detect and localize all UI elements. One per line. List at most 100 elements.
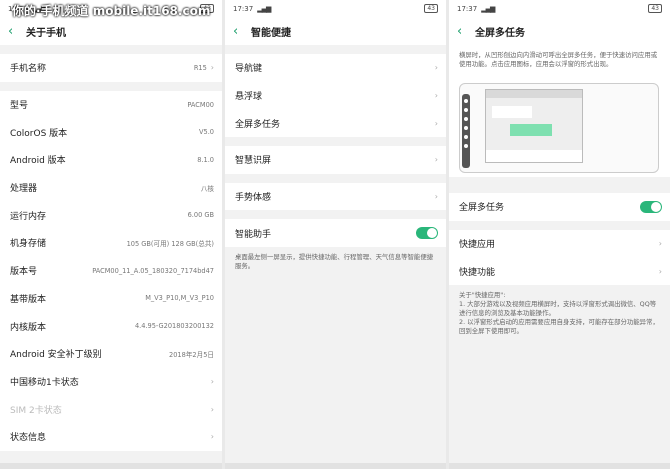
device-info-group: 型号 PACM00 ColorOS 版本 V5.0 Android 版本 8.1.0 … bbox=[0, 90, 222, 451]
chevron-right-icon: › bbox=[434, 192, 438, 202]
settings-row-floating-ball[interactable]: 悬浮球 › bbox=[225, 82, 446, 110]
row-label: 快捷功能 bbox=[459, 267, 496, 278]
settings-row-status-info[interactable]: 状态信息 › bbox=[0, 423, 222, 451]
settings-row-sim2-status[interactable]: SIM 2卡状态 › bbox=[0, 395, 222, 423]
settings-row-fullscreen-multitask-toggle[interactable]: 全屏多任务 bbox=[449, 193, 670, 221]
page-title: 全屏多任务 bbox=[475, 27, 525, 39]
row-value: PACM00 bbox=[187, 100, 214, 109]
row-label: 手势体感 bbox=[235, 193, 272, 204]
row-label: 型号 bbox=[10, 101, 29, 112]
notes-text: 关于"快捷应用": 1. 大部分游戏以及视频应用横屏时，支持以浮窗形式调出微信、… bbox=[459, 291, 659, 336]
status-time: 17:37 bbox=[233, 4, 254, 13]
battery-icon: 43 bbox=[424, 4, 438, 13]
settings-row-quick-apps[interactable]: 快捷应用 › bbox=[449, 230, 670, 258]
settings-row-build: 版本号 PACM00_11_A.05_180320_7174bd47 bbox=[0, 257, 222, 285]
row-label: 中国移动1卡状态 bbox=[10, 377, 79, 388]
row-value: V5.0 bbox=[199, 128, 214, 137]
navigation-group: 导航键 › 悬浮球 › 全屏多任务 › bbox=[225, 54, 446, 138]
bottom-edge bbox=[225, 463, 446, 469]
settings-row-fullscreen-multitask[interactable]: 全屏多任务 › bbox=[225, 109, 446, 137]
row-label: 处理器 bbox=[10, 184, 38, 195]
assistant-description: 桌面最左侧一屏显示，提供快捷功能、行程管理、天气信息等智能便捷服务。 bbox=[235, 253, 434, 271]
smart-screen-group: 智慧识屏 › bbox=[225, 146, 446, 174]
row-value: R15 bbox=[193, 63, 207, 72]
row-label: Android 版本 bbox=[10, 156, 66, 167]
floating-window-illustration bbox=[485, 89, 583, 163]
settings-row-processor: 处理器 八核 bbox=[0, 174, 222, 202]
row-label: 全屏多任务 bbox=[459, 203, 505, 214]
settings-row-storage: 机身存储 105 GB(可用) 128 GB(总共) bbox=[0, 229, 222, 257]
chevron-right-icon: › bbox=[210, 376, 214, 386]
row-value: PACM00_11_A.05_180320_7174bd47 bbox=[92, 266, 214, 275]
row-value: 4.4.95-G201803200132 bbox=[134, 322, 214, 331]
chevron-right-icon: › bbox=[210, 432, 214, 442]
settings-row-security-patch: Android 安全补丁级别 2018年2月5日 bbox=[0, 340, 222, 368]
settings-row-device-name[interactable]: 手机名称 R15 › bbox=[0, 54, 222, 82]
row-label: ColorOS 版本 bbox=[10, 128, 68, 139]
bottom-edge bbox=[0, 463, 222, 469]
row-label: 智慧识屏 bbox=[235, 156, 272, 167]
row-value: 105 GB(可用) 128 GB(总共) bbox=[126, 239, 214, 248]
row-value: 6.00 GB bbox=[187, 211, 214, 220]
watermark: 你的·手机频道 mobile.it168.com bbox=[12, 4, 211, 18]
intro-group: 横屏时，从凹形刨边向内滑动可呼出全屏多任务，便于快速访问应用或使用功能。点击应用… bbox=[449, 45, 670, 177]
device-name-group: 手机名称 R15 › bbox=[0, 54, 222, 82]
row-label: 运行内存 bbox=[10, 211, 47, 222]
row-label: 快捷应用 bbox=[459, 240, 496, 251]
row-value: 八核 bbox=[200, 184, 214, 193]
settings-row-coloros: ColorOS 版本 V5.0 bbox=[0, 118, 222, 146]
settings-row-sim1-status[interactable]: 中国移动1卡状态 › bbox=[0, 368, 222, 396]
bottom-edge bbox=[449, 463, 670, 469]
row-label: 基带版本 bbox=[10, 294, 47, 305]
settings-row-ram: 运行内存 6.00 GB bbox=[0, 201, 222, 229]
back-arrow-icon[interactable]: ‹ bbox=[8, 24, 22, 39]
row-label: 全屏多任务 bbox=[235, 119, 281, 130]
fullscreen-multitask-toggle[interactable] bbox=[640, 200, 662, 213]
intro-text: 横屏时，从凹形刨边向内滑动可呼出全屏多任务，便于快速访问应用或使用功能。点击应用… bbox=[459, 51, 658, 68]
settings-row-smart-assistant[interactable]: 智能助手 bbox=[225, 219, 446, 247]
chevron-right-icon: › bbox=[434, 91, 438, 101]
status-time: 17:37 bbox=[457, 4, 478, 13]
row-label: 智能助手 bbox=[235, 229, 272, 240]
app-sidebar-illustration bbox=[462, 94, 470, 168]
settings-row-kernel: 内核版本 4.4.95-G201803200132 bbox=[0, 312, 222, 340]
row-label: 版本号 bbox=[10, 267, 38, 278]
chevron-right-icon: › bbox=[658, 266, 662, 276]
chevron-right-icon: › bbox=[434, 118, 438, 128]
battery-icon: 43 bbox=[648, 4, 662, 13]
row-label: SIM 2卡状态 bbox=[10, 405, 62, 416]
row-value: 8.1.0 bbox=[197, 155, 214, 164]
row-label: 机身存储 bbox=[10, 239, 47, 250]
row-value: 2018年2月5日 bbox=[169, 350, 214, 359]
chevron-right-icon: › bbox=[658, 239, 662, 249]
settings-row-baseband: 基带版本 M_V3_P10,M_V3_P10 bbox=[0, 285, 222, 313]
signal-icon: ▂▄▆ bbox=[257, 4, 271, 13]
settings-row-nav-keys[interactable]: 导航键 › bbox=[225, 54, 446, 82]
settings-row-gestures[interactable]: 手势体感 › bbox=[225, 183, 446, 211]
back-arrow-icon[interactable]: ‹ bbox=[233, 24, 247, 39]
chevron-right-icon: › bbox=[434, 63, 438, 73]
settings-row-smart-screen[interactable]: 智慧识屏 › bbox=[225, 146, 446, 174]
row-label: 导航键 bbox=[235, 64, 263, 75]
title-bar: ‹ 关于手机 bbox=[0, 17, 222, 45]
chevron-right-icon: › bbox=[434, 155, 438, 165]
chevron-right-icon: › bbox=[210, 63, 214, 73]
about-phone-screen: 17:37 ▂▄▆ 43 ‹ 关于手机 手机名称 R15 › 型号 PACM00 … bbox=[0, 0, 222, 469]
row-value: M_V3_P10,M_V3_P10 bbox=[145, 294, 214, 303]
settings-row-model: 型号 PACM00 bbox=[0, 91, 222, 119]
gesture-group: 手势体感 › bbox=[225, 182, 446, 211]
settings-row-quick-functions[interactable]: 快捷功能 › bbox=[449, 257, 670, 285]
signal-icon: ▂▄▆ bbox=[481, 4, 495, 13]
title-bar: ‹ 全屏多任务 bbox=[449, 17, 670, 45]
status-bar: 17:37 ▂▄▆ 43 bbox=[449, 0, 670, 17]
assistant-group: 智能助手 bbox=[225, 219, 446, 248]
row-label: 手机名称 bbox=[10, 64, 47, 75]
toggle-group: 全屏多任务 bbox=[449, 193, 670, 221]
title-bar: ‹ 智能便捷 bbox=[225, 17, 446, 45]
row-label: 悬浮球 bbox=[235, 92, 263, 103]
settings-row-android: Android 版本 8.1.0 bbox=[0, 146, 222, 174]
smart-assistant-toggle[interactable] bbox=[416, 227, 438, 240]
multitask-illustration bbox=[449, 75, 670, 177]
phone-illustration bbox=[459, 83, 659, 173]
back-arrow-icon[interactable]: ‹ bbox=[457, 24, 471, 39]
